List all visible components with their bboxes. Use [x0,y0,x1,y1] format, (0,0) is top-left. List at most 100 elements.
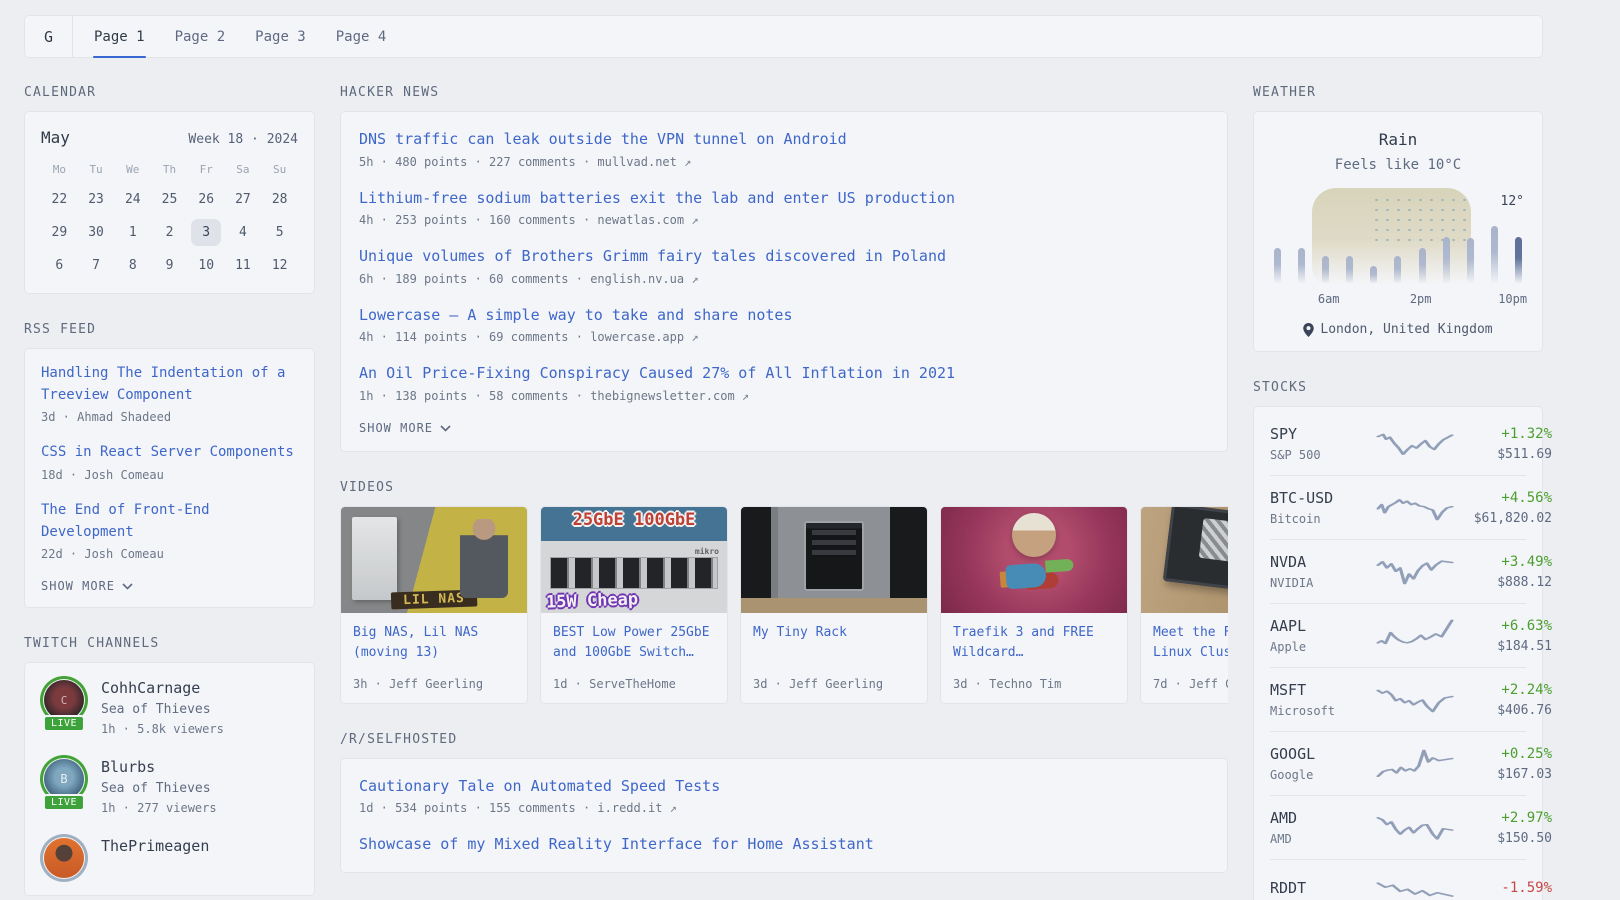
stock-symbol: AMD [1270,809,1378,827]
weather-condition: Rain [1270,130,1526,149]
video-title[interactable]: BEST Low Power 25GbE and 100GbE Switch… [553,623,715,663]
weather-hour-bar [1370,266,1377,284]
nav-tab[interactable]: Page 1 [79,16,160,57]
news-item-title[interactable]: Lowercase – A simple way to take and sha… [359,304,1209,327]
nav-tab-label: Page 3 [255,29,306,45]
weather-time-label: 2pm [1410,292,1432,306]
stock-id: BTC-USD Bitcoin [1270,489,1378,526]
avatar [44,838,84,878]
hacker-news-card: DNS traffic can leak outside the VPN tun… [340,111,1228,452]
app-logo[interactable]: G [25,16,72,57]
news-item-title[interactable]: An Oil Price-Fixing Conspiracy Caused 27… [359,362,1209,385]
videos-header: VIDEOS [340,480,1228,495]
reddit-item-title[interactable]: Showcase of my Mixed Reality Interface f… [359,833,1209,856]
stock-row[interactable]: BTC-USD Bitcoin +4.56% $61,820.02 [1270,475,1526,539]
video-card[interactable]: LIL NAS Big NAS, Lil NAS (moving 13) 3h … [340,506,528,704]
calendar-day: 22 [44,186,74,213]
stock-row[interactable]: NVDA NVIDIA +3.49% $888.12 [1270,539,1526,603]
avatar-initial: C [61,694,68,707]
stock-price: $406.76 [1452,703,1552,718]
weather-hour-bar [1419,248,1426,284]
stock-values: +0.25% $167.03 [1452,746,1552,782]
video-card[interactable]: 25GbE 100GbE15W Cheapmikro BEST Low Powe… [540,506,728,704]
stock-name: Google [1270,768,1378,782]
stock-id: RDDT [1270,879,1378,900]
rss-item-title[interactable]: Handling The Indentation of a Treeview C… [41,363,298,406]
news-item-meta-text: 4h · 253 points · 160 comments · newatla… [359,213,684,227]
video-caption: BEST Low Power 25GbE and 100GbE Switch… … [541,613,727,703]
twitch-viewers: 1h · 277 viewers [101,801,217,815]
stock-symbol: BTC-USD [1270,489,1378,507]
calendar-day: 28 [265,186,295,213]
stock-price: $511.69 [1452,447,1552,462]
rss-item: Handling The Indentation of a Treeview C… [41,363,298,424]
stock-symbol: GOOGL [1270,745,1378,763]
stock-name: Apple [1270,640,1378,654]
external-link-icon[interactable]: ↗ [742,389,749,403]
stock-price: $61,820.02 [1452,511,1552,526]
news-item-title[interactable]: Lithium-free sodium batteries exit the l… [359,187,1209,210]
twitch-channel-row[interactable]: B LIVE Blurbs Sea of Thieves 1h · 277 vi… [41,756,298,815]
stocks-card: SPY S&P 500 +1.32% $511.69 BTC-USD [1253,406,1543,900]
stock-name: Bitcoin [1270,512,1378,526]
video-card[interactable]: FAS Meet the FASTEST Linux Cluster… 7d ·… [1140,506,1228,704]
twitch-card: C LIVE CohhCarnage Sea of Thieves 1h · 5… [24,662,315,896]
stock-symbol: RDDT [1270,879,1378,897]
external-link-icon[interactable]: ↗ [691,330,698,344]
rss-show-more-label: SHOW MORE [41,579,115,593]
stock-sparkline [1378,491,1452,525]
video-card[interactable]: My Tiny Rack 3d · Jeff Geerling [740,506,928,704]
weather-hour-bar [1491,226,1498,284]
stock-row[interactable]: RDDT -1.59% [1270,859,1526,900]
stock-name: NVIDIA [1270,576,1378,590]
twitch-channel-name: Blurbs [101,758,217,776]
rss-show-more-button[interactable]: SHOW MORE [41,579,298,593]
nav-tab[interactable]: Page 3 [240,16,321,57]
external-link-icon[interactable]: ↗ [691,213,698,227]
external-link-icon[interactable]: ↗ [691,272,698,286]
twitch-game: Sea of Thieves [101,702,224,717]
rss-item-title[interactable]: The End of Front-End Development [41,500,298,543]
nav-tab[interactable]: Page 2 [160,16,241,57]
stock-id: AMD AMD [1270,809,1378,846]
stock-row[interactable]: AAPL Apple +6.63% $184.51 [1270,603,1526,667]
news-item-title[interactable]: Unique volumes of Brothers Grimm fairy t… [359,245,1209,268]
video-title[interactable]: Big NAS, Lil NAS (moving 13) [353,623,515,663]
news-item-meta: 4h · 253 points · 160 comments · newatla… [359,213,1209,227]
video-title[interactable]: Meet the FASTEST Linux Cluster… [1153,623,1228,663]
right-column: WEATHER Rain Feels like 10°C 12° [1253,85,1543,900]
video-title[interactable]: Traefik 3 and FREE Wildcard… [953,623,1115,663]
stock-row[interactable]: GOOGL Google +0.25% $167.03 [1270,731,1526,795]
twitch-channel-row[interactable]: ThePrimeagen [41,835,298,881]
external-link-icon[interactable]: ↗ [670,801,677,815]
calendar-day-grid: 222324252627282930123456789101112 [41,186,298,279]
news-item-title[interactable]: DNS traffic can leak outside the VPN tun… [359,128,1209,151]
stock-symbol: MSFT [1270,681,1378,699]
video-card[interactable]: Traefik 3 and FREE Wildcard… 3d · Techno… [940,506,1128,704]
reddit-item-meta: 1d · 534 points · 155 comments · i.redd.… [359,801,1209,815]
weather-time-label: 10pm [1498,292,1527,306]
weather-hour-bar [1274,248,1281,284]
external-link-icon[interactable]: ↗ [684,155,691,169]
nav-tab[interactable]: Page 4 [321,16,402,57]
video-author: 1d · ServeTheHome [553,677,715,691]
twitch-channel-row[interactable]: C LIVE CohhCarnage Sea of Thieves 1h · 5… [41,677,298,736]
hn-show-more-button[interactable]: SHOW MORE [359,421,1209,435]
weekday-label: Su [261,163,298,176]
news-item: Lithium-free sodium batteries exit the l… [359,187,1209,228]
stock-row[interactable]: SPY S&P 500 +1.32% $511.69 [1270,412,1526,475]
weather-hour-bar [1515,237,1522,284]
stock-row[interactable]: AMD AMD +2.97% $150.50 [1270,795,1526,859]
stock-price: $150.50 [1452,831,1552,846]
reddit-item-title[interactable]: Cautionary Tale on Automated Speed Tests [359,775,1209,798]
stock-sparkline [1378,555,1452,589]
rss-item-title[interactable]: CSS in React Server Components [41,442,298,464]
weather-time-label: 6am [1318,292,1340,306]
thumbnail-text: LIL NAS [391,589,477,609]
stock-row[interactable]: MSFT Microsoft +2.24% $406.76 [1270,667,1526,731]
hacker-news-header: HACKER NEWS [340,85,1228,100]
reddit-list: Cautionary Tale on Automated Speed Tests… [359,775,1209,856]
calendar-day: 30 [81,219,111,246]
stock-name: AMD [1270,832,1378,846]
video-title[interactable]: My Tiny Rack [753,623,915,643]
